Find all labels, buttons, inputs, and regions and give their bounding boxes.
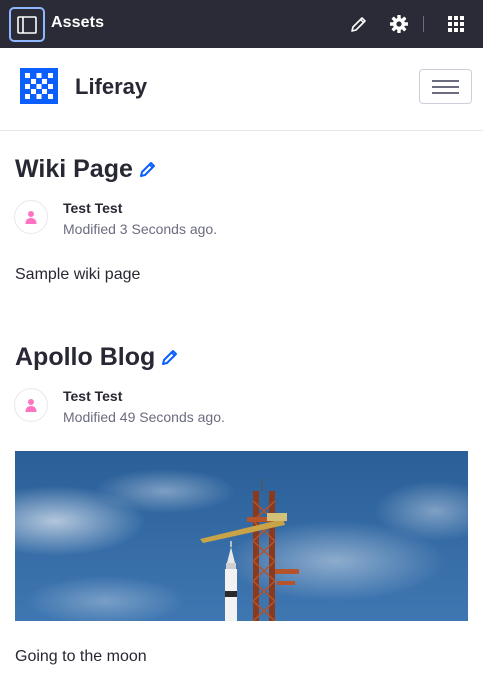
author-name: Test Test: [63, 200, 123, 216]
rocket-launch-photo: [15, 451, 468, 621]
user-icon: [25, 399, 37, 412]
asset-title-blog: Apollo Blog: [15, 343, 179, 373]
hamburger-icon-bar: [432, 92, 459, 94]
blog-cover-image: [15, 451, 468, 621]
author-name: Test Test: [63, 388, 123, 404]
pencil-icon: [162, 349, 178, 365]
modified-date: Modified 3 Seconds ago.: [63, 221, 218, 237]
sidebar-toggle-icon: [17, 15, 37, 34]
asset-summary: Going to the moon: [15, 648, 147, 665]
asset-title-text: Wiki Page: [15, 155, 133, 183]
edit-asset-link[interactable]: [139, 156, 157, 185]
applications-menu-button[interactable]: [446, 14, 466, 34]
control-menu-divider: [423, 16, 424, 32]
asset-title-text: Apollo Blog: [15, 343, 156, 371]
navigation-toggle-button[interactable]: [419, 69, 472, 104]
cog-icon: [390, 15, 408, 33]
edit-asset-link[interactable]: [161, 344, 179, 373]
pencil-icon: [139, 161, 155, 177]
edit-button[interactable]: [349, 14, 369, 34]
site-name[interactable]: Liferay: [75, 74, 147, 100]
modified-date: Modified 49 Seconds ago.: [63, 409, 225, 425]
hamburger-icon-bar: [432, 86, 459, 88]
site-header: Liferay: [0, 48, 483, 131]
pencil-icon: [351, 17, 366, 32]
user-icon: [25, 211, 37, 224]
product-menu-toggle[interactable]: [9, 7, 45, 42]
grid-icon: [448, 16, 464, 32]
control-menu-title: Assets: [51, 14, 105, 31]
configuration-button[interactable]: [389, 14, 409, 34]
avatar: [14, 388, 48, 422]
liferay-logo[interactable]: [20, 68, 58, 104]
control-menu: Assets: [0, 0, 483, 48]
asset-title-wiki: Wiki Page: [15, 155, 157, 185]
avatar: [14, 200, 48, 234]
hamburger-icon: [432, 80, 459, 82]
asset-summary: Sample wiki page: [15, 266, 141, 283]
